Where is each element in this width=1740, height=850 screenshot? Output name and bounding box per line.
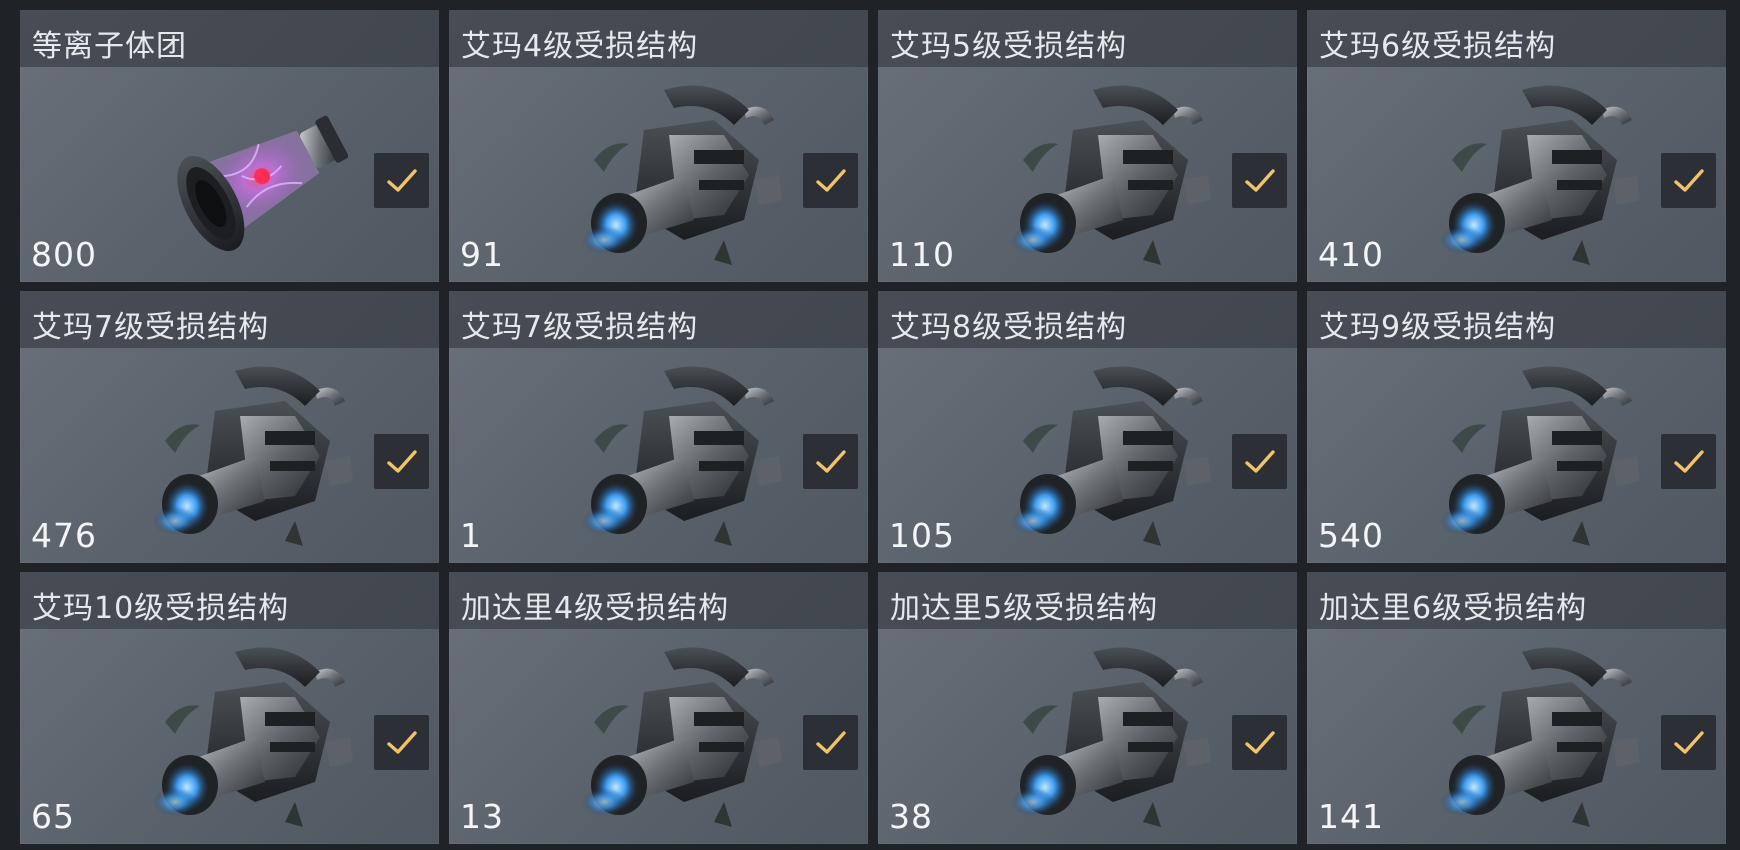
damaged-structure-icon	[1011, 366, 1211, 546]
item-quantity: 65	[31, 797, 75, 836]
damaged-structure-icon	[1011, 85, 1211, 265]
checkmark-icon	[387, 731, 417, 754]
damaged-structure-icon	[1440, 647, 1640, 827]
checkmark-icon	[816, 450, 846, 473]
checkmark-icon	[1245, 450, 1275, 473]
checkmark-icon	[816, 169, 846, 192]
item-title: 艾玛7级受损结构	[32, 310, 270, 345]
checkmark-icon	[1674, 450, 1704, 473]
select-checkbox[interactable]	[1232, 434, 1287, 489]
item-title: 加达里5级受损结构	[890, 591, 1159, 626]
select-checkbox[interactable]	[1661, 153, 1716, 208]
damaged-structure-icon	[582, 647, 782, 827]
inventory-item-card[interactable]: 艾玛10级受损结构 65	[20, 572, 439, 844]
damaged-structure-icon	[1440, 85, 1640, 265]
select-checkbox[interactable]	[374, 434, 429, 489]
select-checkbox[interactable]	[374, 153, 429, 208]
select-checkbox[interactable]	[803, 153, 858, 208]
card-header: 加达里5级受损结构	[878, 572, 1297, 629]
card-header: 加达里6级受损结构	[1307, 572, 1726, 629]
card-header: 艾玛7级受损结构	[20, 291, 439, 348]
item-grid: 等离子体团 800 艾玛4级受损结构 91 艾玛5级受损结构 110 艾玛6级受…	[20, 10, 1726, 844]
item-quantity: 476	[31, 516, 97, 555]
item-title: 加达里4级受损结构	[461, 591, 730, 626]
card-header: 艾玛4级受损结构	[449, 10, 868, 67]
card-header: 等离子体团	[20, 10, 439, 67]
card-header: 加达里4级受损结构	[449, 572, 868, 629]
card-header: 艾玛5级受损结构	[878, 10, 1297, 67]
card-header: 艾玛8级受损结构	[878, 291, 1297, 348]
item-quantity: 91	[460, 235, 504, 274]
inventory-item-card[interactable]: 艾玛8级受损结构 105	[878, 291, 1297, 563]
inventory-item-card[interactable]: 加达里5级受损结构 38	[878, 572, 1297, 844]
inventory-item-card[interactable]: 艾玛9级受损结构 540	[1307, 291, 1726, 563]
item-title: 艾玛7级受损结构	[461, 310, 699, 345]
checkmark-icon	[816, 731, 846, 754]
select-checkbox[interactable]	[1232, 153, 1287, 208]
inventory-item-card[interactable]: 等离子体团 800	[20, 10, 439, 282]
card-header: 艾玛6级受损结构	[1307, 10, 1726, 67]
select-checkbox[interactable]	[803, 715, 858, 770]
item-quantity: 1	[460, 516, 482, 555]
damaged-structure-icon	[1440, 366, 1640, 546]
select-checkbox[interactable]	[1661, 715, 1716, 770]
inventory-item-card[interactable]: 艾玛6级受损结构 410	[1307, 10, 1726, 282]
item-quantity: 13	[460, 797, 504, 836]
item-title: 艾玛10级受损结构	[32, 591, 290, 626]
damaged-structure-icon	[582, 366, 782, 546]
select-checkbox[interactable]	[374, 715, 429, 770]
item-quantity: 800	[31, 235, 97, 274]
inventory-item-card[interactable]: 艾玛4级受损结构 91	[449, 10, 868, 282]
checkmark-icon	[1674, 169, 1704, 192]
checkmark-icon	[1245, 731, 1275, 754]
damaged-structure-icon	[153, 647, 353, 827]
item-title: 等离子体团	[32, 29, 187, 64]
select-checkbox[interactable]	[1661, 434, 1716, 489]
item-quantity: 110	[889, 235, 955, 274]
card-header: 艾玛7级受损结构	[449, 291, 868, 348]
card-header: 艾玛10级受损结构	[20, 572, 439, 629]
inventory-item-card[interactable]: 加达里4级受损结构 13	[449, 572, 868, 844]
item-title: 加达里6级受损结构	[1319, 591, 1588, 626]
card-header: 艾玛9级受损结构	[1307, 291, 1726, 348]
select-checkbox[interactable]	[1232, 715, 1287, 770]
inventory-item-card[interactable]: 艾玛7级受损结构 1	[449, 291, 868, 563]
inventory-item-card[interactable]: 艾玛7级受损结构 476	[20, 291, 439, 563]
checkmark-icon	[387, 169, 417, 192]
damaged-structure-icon	[1011, 647, 1211, 827]
inventory-item-card[interactable]: 加达里6级受损结构 141	[1307, 572, 1726, 844]
item-title: 艾玛4级受损结构	[461, 29, 699, 64]
inventory-item-card[interactable]: 艾玛5级受损结构 110	[878, 10, 1297, 282]
item-title: 艾玛5级受损结构	[890, 29, 1128, 64]
checkmark-icon	[1245, 169, 1275, 192]
item-quantity: 141	[1318, 797, 1384, 836]
item-title: 艾玛9级受损结构	[1319, 310, 1557, 345]
item-title: 艾玛6级受损结构	[1319, 29, 1557, 64]
item-quantity: 38	[889, 797, 933, 836]
plasma-bottle-icon	[177, 115, 349, 251]
item-title: 艾玛8级受损结构	[890, 310, 1128, 345]
select-checkbox[interactable]	[803, 434, 858, 489]
checkmark-icon	[387, 450, 417, 473]
item-quantity: 540	[1318, 516, 1384, 555]
checkmark-icon	[1674, 731, 1704, 754]
item-quantity: 410	[1318, 235, 1384, 274]
damaged-structure-icon	[582, 85, 782, 265]
item-quantity: 105	[889, 516, 955, 555]
damaged-structure-icon	[153, 366, 353, 546]
